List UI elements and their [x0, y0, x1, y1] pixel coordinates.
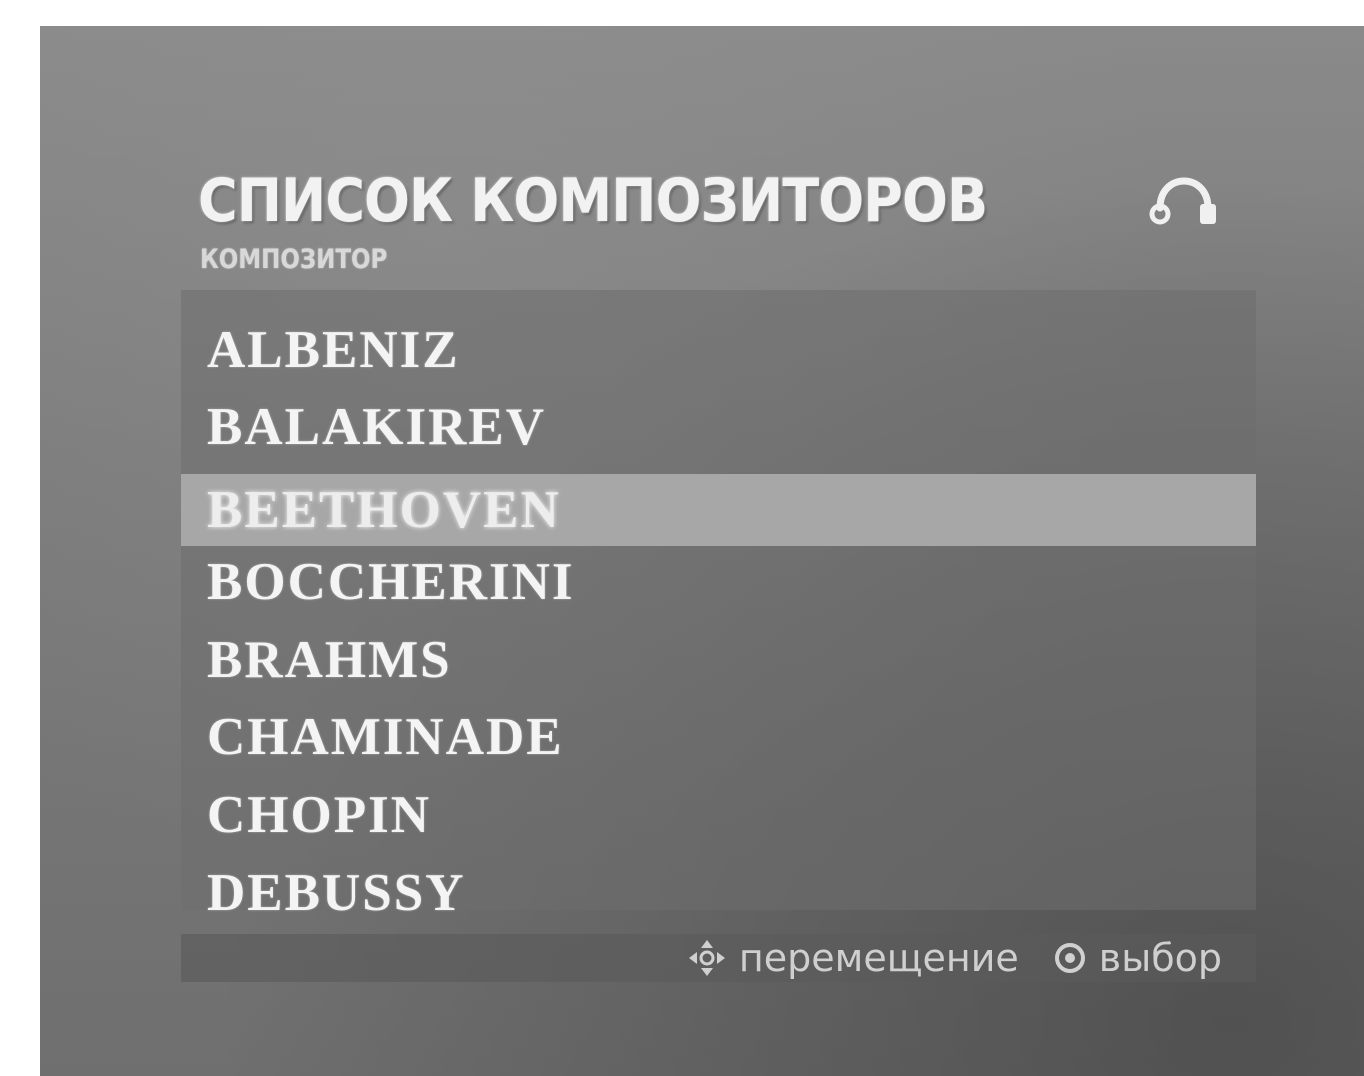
- composer-item-boccherini[interactable]: BOCCHERINI: [181, 546, 1256, 618]
- dpad-icon: [688, 940, 725, 976]
- composer-item-albeniz[interactable]: ALBENIZ: [181, 314, 1256, 386]
- composer-item-chopin[interactable]: CHOPIN: [181, 779, 1256, 851]
- headphone-icon: [1149, 177, 1216, 225]
- select-hint-label: выбор: [1098, 936, 1222, 980]
- column-header: КОМПОЗИТОР: [200, 244, 388, 275]
- tv-screen: СПИСОК КОМПОЗИТОРОВ КОМПОЗИТОР ALBENIZ B…: [40, 26, 1364, 1076]
- page-title: СПИСОК КОМПОЗИТОРОВ: [198, 166, 988, 236]
- composer-item-chaminade[interactable]: CHAMINADE: [181, 701, 1256, 773]
- composer-item-beethoven[interactable]: BEETHOVEN: [181, 474, 1256, 546]
- enter-icon: [1054, 943, 1085, 973]
- composer-list: ALBENIZ BALAKIREV BEETHOVEN BOCCHERINI B…: [181, 290, 1256, 922]
- composer-item-balakirev[interactable]: BALAKIREV: [181, 391, 1256, 463]
- composer-item-brahms[interactable]: BRAHMS: [181, 624, 1256, 696]
- composer-item-debussy[interactable]: DEBUSSY: [181, 857, 1256, 929]
- move-hint-label: перемещение: [738, 936, 1019, 980]
- footer-hint-bar: перемещение выбор: [181, 934, 1256, 982]
